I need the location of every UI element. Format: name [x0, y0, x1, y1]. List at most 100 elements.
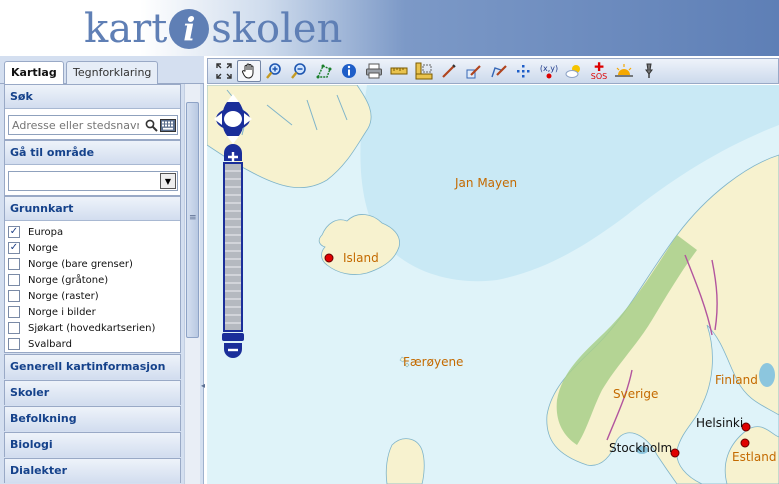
map-label-faeroyene: Færøyene [403, 355, 464, 369]
pin-button[interactable] [637, 60, 661, 82]
layer-svalbard[interactable]: Svalbard [8, 336, 72, 352]
weather-icon [565, 65, 580, 78]
map-label-estland: Estland [732, 450, 777, 464]
layer-label: Norge (raster) [28, 290, 99, 302]
panel-scroll-area: Søk Gå til område [0, 84, 204, 484]
layer-norge-checkbox[interactable]: ✓ [8, 242, 20, 254]
layer-norge-raster[interactable]: Norge (raster) [8, 288, 99, 304]
info-icon [342, 64, 356, 78]
section-biologi[interactable]: Biologi [4, 432, 181, 457]
kartiskolen-logo[interactable]: kart i skolen [84, 6, 342, 52]
measure-length-icon [390, 67, 408, 75]
layer-norge[interactable]: ✓ Norge [8, 240, 58, 256]
draw-edit-button[interactable] [462, 60, 486, 82]
collapse-panel-arrow-icon[interactable]: ◂ [201, 381, 205, 390]
draw-line-button[interactable] [437, 60, 461, 82]
coordinates-button[interactable]: (x,y) [537, 60, 561, 82]
layer-checkbox[interactable] [8, 322, 20, 334]
layer-europa[interactable]: ✓ Europa [8, 224, 63, 240]
print-button[interactable] [362, 60, 386, 82]
layer-checkbox[interactable] [8, 290, 20, 302]
section-header[interactable]: Biologi [5, 433, 180, 457]
zoom-out-icon [291, 63, 306, 79]
select-area-button[interactable] [312, 60, 336, 82]
coordinates-icon [546, 73, 552, 78]
search-input[interactable] [9, 116, 139, 134]
map-canvas[interactable] [207, 85, 779, 484]
keyboard-icon[interactable] [160, 119, 176, 132]
basemap-section-header[interactable]: Grunnkart [5, 197, 180, 221]
layer-norge-gratone[interactable]: Norge (gråtone) [8, 272, 108, 288]
layer-checkbox[interactable] [8, 338, 20, 350]
logo-i-icon: i [169, 9, 210, 49]
zoom-in-button[interactable] [262, 60, 286, 82]
layer-europa-checkbox[interactable]: ✓ [8, 226, 20, 238]
goto-section: Gå til område ▼ [4, 140, 181, 196]
section-header[interactable]: Generell kartinformasjon [5, 355, 180, 379]
map-label-jan-mayen: Jan Mayen [455, 176, 518, 190]
weather-button[interactable] [562, 60, 586, 82]
red-cross-icon: ✚ [593, 59, 605, 74]
section-header[interactable]: Skoler [5, 381, 180, 405]
map-label-stockholm: Stockholm [609, 441, 673, 455]
sunrise-button[interactable] [612, 60, 636, 82]
fullscreen-icon [216, 63, 232, 79]
scrollbar-thumb[interactable]: ≡ [186, 102, 199, 338]
draw-points-icon [517, 65, 530, 78]
zoom-in-map-icon[interactable] [224, 144, 242, 162]
goto-area-select[interactable]: ▼ [8, 171, 178, 191]
section-header[interactable]: Befolkning [5, 407, 180, 431]
sos-icon: SOS [590, 71, 608, 81]
draw-polygon-icon [491, 65, 507, 78]
layer-checkbox[interactable] [8, 306, 20, 318]
search-box [8, 115, 178, 135]
draw-points-button[interactable] [512, 60, 536, 82]
layer-checkbox[interactable] [8, 258, 20, 270]
chevron-down-icon[interactable]: ▼ [160, 173, 176, 189]
map-toolbar: (x,y) ✚ SOS [207, 58, 779, 84]
draw-polygon-button[interactable] [487, 60, 511, 82]
layer-label: Sjøkart (hovedkartserien) [28, 322, 156, 334]
section-befolkning[interactable]: Befolkning [4, 406, 181, 431]
zoom-out-button[interactable] [287, 60, 311, 82]
layer-label: Norge (bare grenser) [28, 258, 133, 270]
goto-section-header[interactable]: Gå til område [5, 141, 180, 165]
layer-sjokart[interactable]: Sjøkart (hovedkartserien) [8, 320, 155, 336]
layer-checkbox[interactable] [8, 274, 20, 286]
measure-area-button[interactable] [412, 60, 436, 82]
pan-hand-icon [241, 63, 254, 79]
measure-length-button[interactable] [387, 60, 411, 82]
layer-label: Svalbard [28, 338, 72, 350]
print-icon [366, 63, 382, 79]
panel-scrollbar[interactable]: ≡ [184, 84, 200, 484]
layer-norge-bare-grenser[interactable]: Norge (bare grenser) [8, 256, 133, 272]
search-section: Søk [4, 84, 181, 140]
search-icon[interactable] [145, 119, 158, 132]
layer-norge-i-bilder[interactable]: Norge i bilder [8, 304, 96, 320]
section-header[interactable]: Dialekter [5, 459, 180, 483]
layer-label: Norge (gråtone) [28, 274, 109, 286]
zoom-out-map-icon[interactable] [224, 343, 242, 358]
panel-tabs: Kartlag Tegnforklaring [0, 56, 204, 85]
pan-down-icon[interactable] [227, 136, 239, 144]
section-generell-kartinformasjon[interactable]: Generell kartinformasjon [4, 354, 181, 379]
zoom-slider[interactable] [223, 162, 243, 332]
zoom-slider-handle[interactable] [222, 333, 244, 341]
pan-up-icon[interactable] [227, 94, 239, 102]
pan-control[interactable] [214, 94, 252, 144]
pan-button[interactable] [237, 60, 261, 82]
tab-kartlag[interactable]: Kartlag [4, 61, 64, 85]
pin-icon [645, 63, 653, 78]
fullscreen-button[interactable] [212, 60, 236, 82]
sos-button[interactable]: ✚ SOS [587, 60, 611, 82]
tab-tegnforklaring[interactable]: Tegnforklaring [66, 61, 159, 84]
coordinates-label: (x,y) [539, 63, 559, 73]
map-label-island: Island [343, 251, 379, 265]
section-dialekter[interactable]: Dialekter [4, 458, 181, 483]
layer-panel: Kartlag Tegnforklaring Søk Adresse eller… [0, 56, 205, 484]
section-skoler[interactable]: Skoler [4, 380, 181, 405]
info-button[interactable] [337, 60, 361, 82]
map-view[interactable]: Jan Mayen Island Færøyene Sverige Finlan… [207, 85, 779, 484]
draw-edit-icon [466, 65, 481, 79]
search-section-header[interactable]: Søk [5, 85, 180, 109]
